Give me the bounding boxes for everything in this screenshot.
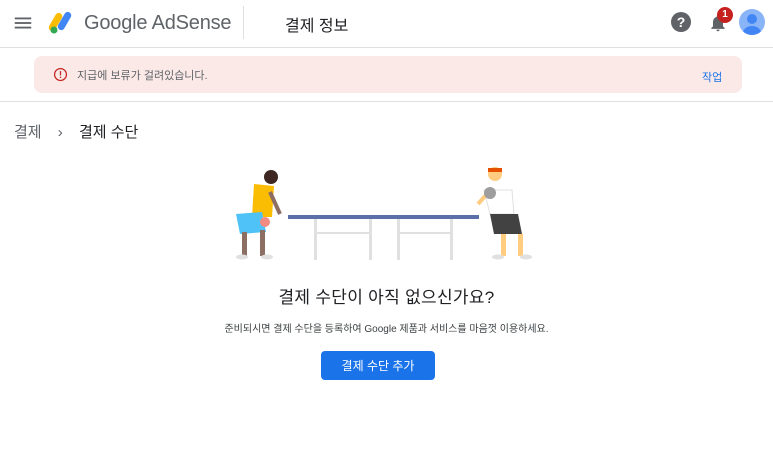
section-divider: [0, 101, 773, 102]
chevron-right-icon: ›: [57, 124, 63, 141]
breadcrumb-parent[interactable]: 결제: [14, 124, 42, 141]
breadcrumb-current: 결제 수단: [78, 124, 139, 141]
right-player: [476, 167, 532, 260]
brand-product: AdSense: [151, 12, 232, 34]
notification-badge: 1: [717, 7, 733, 23]
ping-pong-table: [288, 215, 479, 260]
left-player: [236, 170, 282, 260]
empty-state-description: 준비되시면 결제 수단을 등록하여 Google 제품과 서비스를 마음껏 이용…: [224, 324, 549, 335]
brand-google: Google: [84, 12, 148, 34]
page-title: 결제 정보: [285, 18, 349, 35]
breadcrumb: 결제 › 결제 수단: [14, 121, 138, 142]
empty-state-heading: 결제 수단이 아직 없으신가요?: [278, 288, 495, 307]
brand-name: Google AdSense: [84, 12, 232, 35]
payment-hold-alert: 지급에 보류가 걸려있습니다. 작업: [34, 56, 742, 93]
alert-action-link[interactable]: 작업: [702, 69, 722, 85]
avatar-icon: [743, 14, 761, 35]
header-divider: [243, 6, 244, 39]
add-payment-method-button[interactable]: 결제 수단 추가: [321, 351, 435, 380]
ping-pong-illustration: [236, 167, 532, 260]
adsense-logo[interactable]: [47, 9, 75, 35]
error-icon: [53, 67, 68, 82]
avatar[interactable]: [739, 9, 765, 35]
help-icon[interactable]: ?: [671, 12, 691, 32]
alert-message: 지급에 보류가 걸려있습니다.: [77, 70, 208, 82]
menu-icon[interactable]: [12, 12, 34, 34]
top-app-bar: Google AdSense 결제 정보 ? 1: [0, 0, 773, 48]
